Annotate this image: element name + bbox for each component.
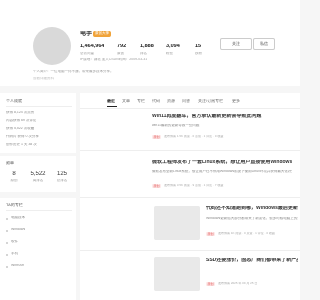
article-meta: 发布博客 1K 阅读 · 0 点赞 · 1 评论 · 0 收藏 (218, 232, 275, 235)
article-title[interactable]: 代码还不知道跑到哪，Windows最后更新给所有人都整明白了 (206, 206, 298, 211)
stat-value: 792 (117, 44, 127, 49)
profile-meta: IP属地：湖北 加入CSDN时间：2009-03-31 (80, 58, 148, 61)
tag-label: Windows (11, 228, 26, 231)
tag-label: 电脑技术 (11, 216, 25, 219)
tag-label: 软件 (11, 240, 18, 243)
original-badge: 原创 (206, 282, 216, 286)
counter-value: 125 (56, 171, 67, 177)
stat-visits: 1,464,964 总访问量 (80, 44, 104, 55)
tab-columns[interactable]: 专栏 (137, 99, 145, 103)
tag-item[interactable]: 手机 (6, 252, 72, 258)
tag-dot-icon (6, 265, 8, 268)
stat-label: 排名 (140, 51, 147, 55)
tag-item[interactable]: WinRAR (6, 264, 72, 270)
stat-label: 原创 (117, 51, 124, 55)
achievement-row: 获得 8,124 次点赞 (6, 111, 35, 114)
tag-item[interactable]: Windows (6, 228, 72, 234)
follow-button[interactable]: 关注 (220, 38, 252, 50)
counter-total-rank: 125 总排名 (48, 171, 76, 183)
tag-label: WinRAR (11, 264, 25, 267)
article-title[interactable]: Win11再度翻车，官方承认最新更新会导致此问题 (152, 114, 292, 119)
tab-code[interactable]: 代码 (152, 99, 160, 103)
avatar[interactable] (33, 27, 71, 65)
stat-rank[interactable]: 1,888 排名 (140, 44, 154, 55)
stat-fans[interactable]: 3,094 粉丝 (166, 44, 180, 55)
article-title[interactable]: SSD还要涨价，固态厂商们都带来了新产品？ (206, 258, 298, 263)
stat-value: 15 (195, 44, 202, 49)
level-badge: 原创大神 (93, 31, 111, 37)
achievement-row: 获得 5,522 次收藏 (6, 127, 35, 130)
tag-item[interactable]: 电脑技术 (6, 216, 72, 222)
tag-label: 手机 (11, 252, 18, 255)
tags-title: TA的专栏 (6, 203, 23, 207)
article-desc: win11最新的更新导致一些问题 (152, 124, 200, 127)
stat-label: 总访问量 (80, 51, 94, 55)
achievement-row: 代码片 获得 0 次分享 (6, 135, 39, 138)
original-badge: 原创 (152, 184, 162, 188)
stat-label: 铁粉 (195, 51, 202, 55)
tab-subscriptions[interactable]: 关注/订阅专栏 (198, 99, 223, 103)
divider (80, 250, 300, 251)
profile-bio: 个人简介：一位电脑一窍不通，带来最多技术分享。 (33, 70, 114, 73)
tab-articles[interactable]: 文章 (122, 99, 130, 103)
original-badge: 原创 (206, 232, 216, 236)
honors-title: 勋章 (6, 161, 14, 165)
stat-iron-fans[interactable]: 15 铁粉 (195, 44, 202, 55)
article-title[interactable]: 微软工程师发布了一套Linux系统，想让用户直接使用Windows (152, 160, 292, 165)
article-desc: 微软发布全新Linux系统，想让用户在不停用Windows前提下使用Linux环… (152, 170, 292, 173)
tab-resources[interactable]: 资源 (167, 99, 175, 103)
original-badge: 原创 (152, 135, 162, 139)
article-desc: Windows更新给大部分都带来了新变化，很多时候电脑上的更新都是会被忽略，现在… (206, 217, 298, 220)
article-thumbnail-image[interactable] (154, 257, 200, 291)
tag-dot-icon (6, 241, 8, 244)
achievements-card: 个人成就 获得 8,124 次点赞 内容获得 69 次评论 获得 5,522 次… (0, 93, 76, 153)
profile-header: 电手 原创大神 1,464,964 总访问量 792 原创 1,888 排名 3… (0, 0, 300, 86)
article-item[interactable]: Win11再度翻车，官方承认最新更新会导致此问题 win11最新的更新导致一些问… (80, 111, 300, 149)
message-button[interactable]: 私信 (253, 38, 275, 50)
stat-value: 3,094 (166, 44, 180, 49)
divider (80, 197, 300, 198)
tag-dot-icon (6, 229, 8, 232)
achievement-row: 内容获得 69 次评论 (6, 119, 37, 122)
article-item[interactable]: SSD还要涨价，固态厂商们都带来了新产品？ 原创 发布博客 2025 年 09 … (80, 253, 300, 300)
username[interactable]: 电手 (80, 31, 92, 37)
divider (80, 108, 300, 109)
article-item[interactable]: 微软工程师发布了一套Linux系统，想让用户直接使用Windows 微软发布全新… (80, 155, 300, 195)
stat-value: 1,888 (140, 44, 154, 49)
tags-card: TA的专栏 电脑技术 Windows 软件 手机 WinRAR (0, 198, 76, 300)
divider (6, 106, 72, 107)
tab-qa[interactable]: 问答 (182, 99, 190, 103)
tab-recent[interactable]: 最近 (107, 99, 115, 103)
achievements-title: 个人成就 (6, 99, 22, 103)
bio-more-link[interactable]: 查看详细资料 (33, 77, 54, 81)
tab-more[interactable]: 更多 (232, 99, 240, 103)
achievement-row: 创作历史 1 天 38 次 (6, 143, 37, 146)
tag-dot-icon (6, 217, 8, 220)
divider (80, 150, 300, 151)
tag-item[interactable]: 软件 (6, 240, 72, 246)
honors-card: 勋章 8 原创 5,522 周排名 125 总排名 (0, 156, 76, 192)
article-meta: 发布博客 1.5K 阅读 · 0 点赞 · 1 评论 · 0 收藏 (164, 135, 224, 138)
tag-dot-icon (6, 253, 8, 256)
divider (6, 210, 72, 211)
active-tab-indicator (107, 106, 117, 107)
counter-label: 总排名 (56, 179, 68, 182)
stat-label: 粉丝 (166, 51, 173, 55)
stat-original[interactable]: 792 原创 (117, 44, 126, 55)
article-meta: 发布博客 3.5K 阅读 · 9 点赞 · 1 评论 · 7 收藏 (164, 184, 224, 187)
article-meta: 发布博客 2025 年 09 月 25 日 (218, 282, 258, 285)
article-thumbnail-image[interactable] (154, 206, 200, 240)
article-item[interactable]: 代码还不知道跑到哪，Windows最后更新给所有人都整明白了 Windows更新… (80, 200, 300, 248)
stat-value: 1,464,964 (80, 44, 105, 49)
